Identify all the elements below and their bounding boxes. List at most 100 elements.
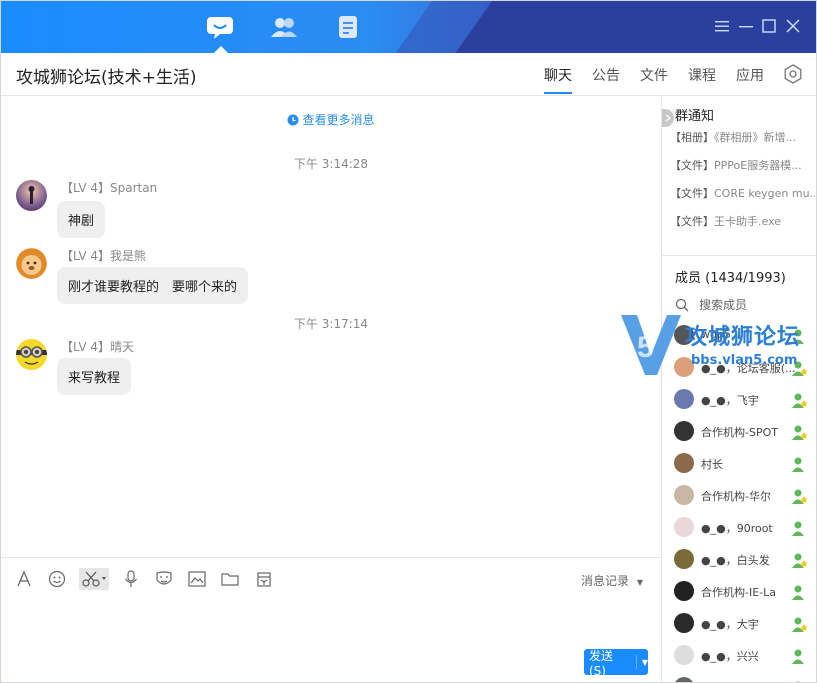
member-item[interactable]: 群英...技术后... [674,675,814,682]
send-button[interactable]: 发送(S) ▼ [584,649,648,678]
maximize-icon [762,19,776,33]
member-avatar [674,421,694,441]
tab-files[interactable]: 文件 [640,65,668,85]
chat-area: 查看更多消息 下午 3:14:28 【LV 4】Spartan 神剧 【LV 4… [1,97,661,557]
voice-button[interactable] [119,568,143,590]
member-item[interactable]: 合作机构-IE-La [674,579,814,605]
sender-name: 【LV 4】Spartan [61,181,158,195]
folder-button[interactable] [218,568,242,590]
notice-title: 群通知 [675,109,715,124]
font-icon [17,570,31,587]
member-name: ●_●，飞宇 [701,394,759,407]
timestamp: 下午 3:14:28 [293,157,369,171]
contacts-tab[interactable] [267,11,301,43]
tab-announcement[interactable]: 公告 [592,65,620,85]
member-avatar [674,613,694,633]
member-avatar [674,677,694,682]
member-role-icon [790,679,808,682]
notes-tab[interactable] [331,11,365,43]
notice-item[interactable]: 【文件】王卡助手.exe [670,213,815,229]
member-role-icon [790,487,808,505]
view-more-link[interactable]: 查看更多消息 [1,111,661,128]
member-item[interactable]: ●_●，飞宇 [674,387,814,413]
chevron-right-icon [665,114,671,122]
message-bubble: 来写教程 [57,358,132,395]
timestamp: 下午 3:17:14 [293,317,369,331]
screenshot-button[interactable] [79,568,109,590]
member-item[interactable]: 合作机构-SPOT [674,419,814,445]
lion-avatar[interactable] [16,248,47,279]
notice-item[interactable]: 【文件】CORE keygen mu... [670,185,815,201]
message-history-button[interactable]: 消息记录 ▼ [581,572,643,589]
image-button[interactable] [185,568,209,590]
member-item[interactable]: wgp5... [674,323,814,349]
member-name: 村长 [701,458,723,471]
microphone-icon [125,570,137,587]
member-item[interactable]: ●_●，大宇 [674,611,814,637]
member-role-icon [790,423,808,441]
menu-icon [715,21,729,32]
member-item[interactable]: 村长 [674,451,814,477]
member-avatar [674,549,694,569]
menu-button[interactable] [711,15,733,37]
member-role-icon [790,519,808,537]
chevron-down-icon: ▼ [636,578,643,587]
member-avatar [674,389,694,409]
gift-button[interactable] [252,568,276,590]
member-name: ●_●，论坛客服(... [701,362,796,375]
settings-button[interactable] [783,64,803,84]
sender-name: 【LV 4】我是熊 [61,249,147,263]
font-button[interactable] [12,568,36,590]
member-name: ●_●，90root [701,522,773,535]
member-role-icon [790,391,808,409]
divider [662,255,816,256]
tab-apps[interactable]: 应用 [736,65,764,85]
history-label: 消息记录 [581,574,630,588]
member-search-placeholder: 搜索成员 [699,298,748,312]
search-icon [675,298,689,311]
member-item[interactable]: ●_●，白头发 [674,547,814,573]
member-name: ●_●，兴兴 [701,650,759,663]
member-name: 合作机构-IE-La [701,586,777,599]
member-item[interactable]: ●_●，兴兴 [674,643,814,669]
maximize-button[interactable] [758,15,780,37]
emoji-button[interactable] [45,568,69,590]
scissors-icon [82,571,106,587]
minimize-icon [739,26,753,28]
notice-item[interactable]: 【文件】PPPoE服务器模... [670,157,815,173]
member-search[interactable]: 搜索成员 [675,296,747,313]
member-avatar [674,517,694,537]
minion-avatar[interactable] [16,339,47,370]
close-button[interactable] [782,15,804,37]
view-more-label: 查看更多消息 [302,113,375,127]
member-role-icon [790,455,808,473]
member-role-icon [790,551,808,569]
notice-item[interactable]: 【相册】《群相册》新增... [670,129,815,145]
member-item[interactable]: ●_●，论坛客服(... [674,355,814,381]
folder-icon [221,573,239,586]
member-role-icon [790,359,808,377]
tab-chat[interactable]: 聊天 [544,65,572,94]
chat-tab[interactable] [203,11,237,53]
contacts-icon [271,18,297,37]
member-name: ●_●，大宇 [701,618,759,631]
clock-icon [287,114,299,126]
group-title: 攻城狮论坛(技术+生活) [16,68,197,88]
tab-courses[interactable]: 课程 [688,65,716,85]
member-name: 合作机构-SPOT [701,426,778,439]
sticker-button[interactable] [152,568,176,590]
member-item[interactable]: ●_●，90root [674,515,814,541]
collapse-sidebar-button[interactable] [662,109,674,127]
member-name: ●_●，白头发 [701,554,770,567]
member-avatar [674,645,694,665]
notes-icon [339,16,357,38]
chat-window: 攻城狮论坛(技术+生活) 聊天 公告 文件 课程 应用 查看更多消息 下午 3:… [0,0,817,683]
member-role-icon [790,615,808,633]
members-title: 成员 (1434/1993) [675,271,786,286]
member-avatar [674,325,694,345]
send-options-icon[interactable]: ▼ [642,658,648,667]
member-avatar [674,485,694,505]
spartan-avatar[interactable] [16,180,47,211]
minimize-button[interactable] [735,15,757,37]
member-item[interactable]: 合作机构-华尔 [674,483,814,509]
